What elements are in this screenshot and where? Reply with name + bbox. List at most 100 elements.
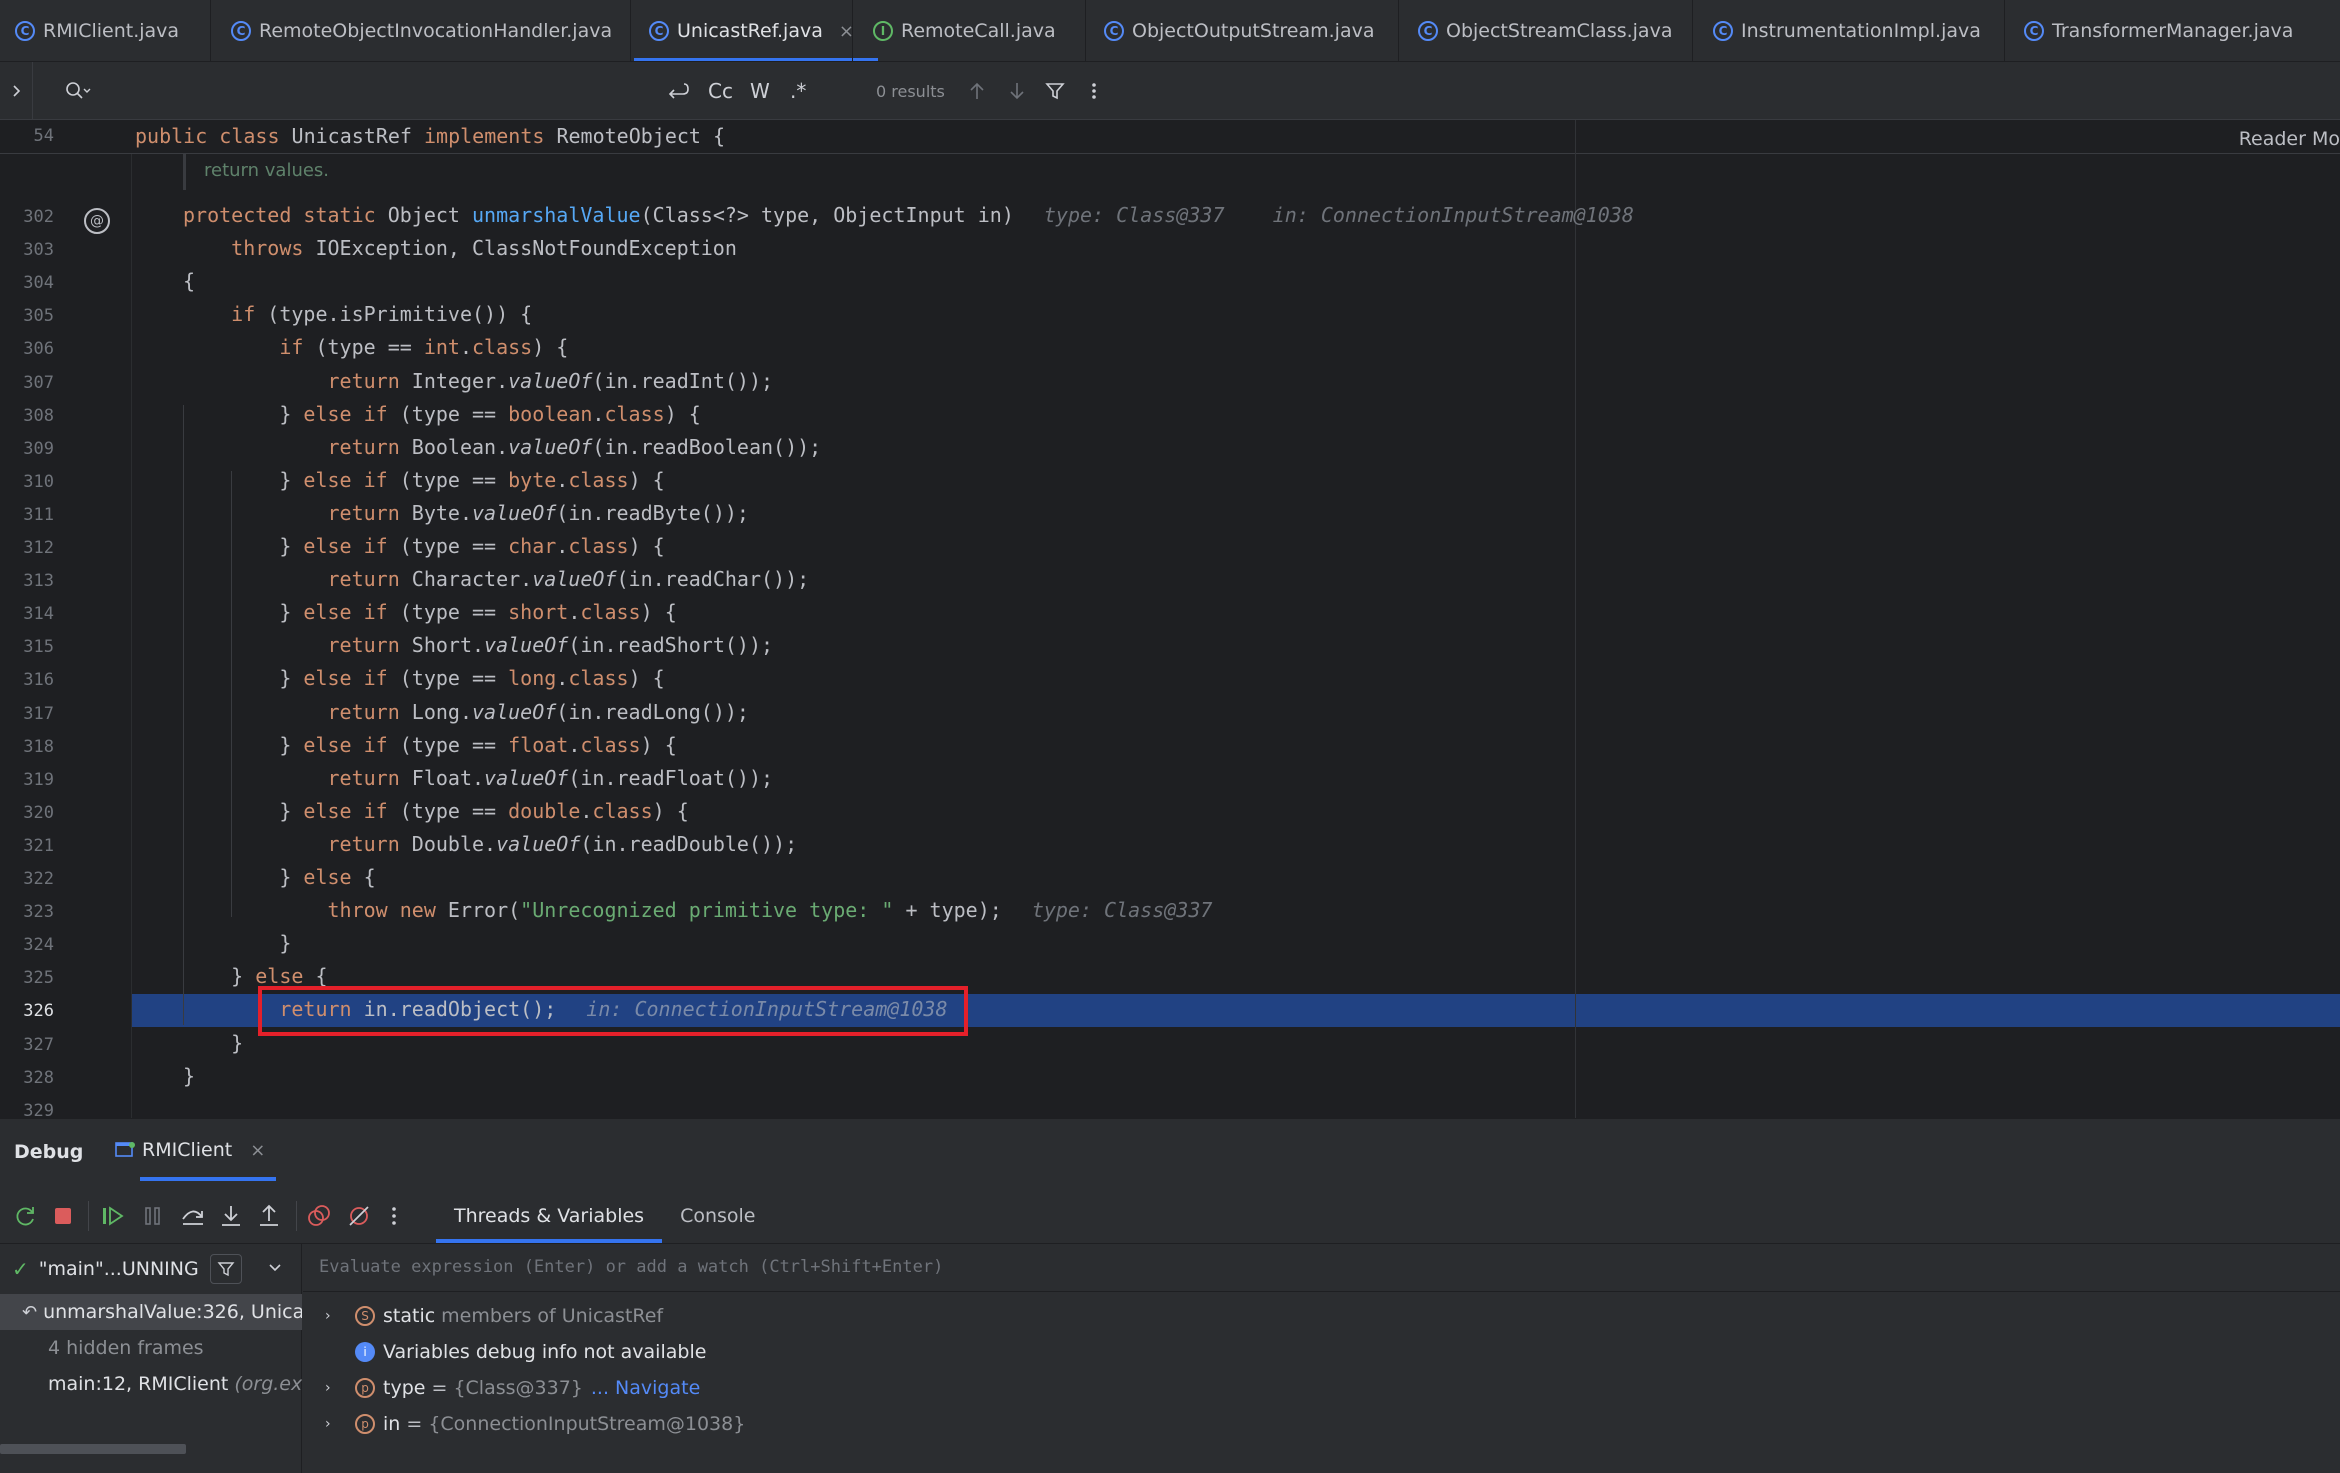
filter-icon[interactable] <box>1044 62 1066 120</box>
code-line[interactable]: 303 throws IOException, ClassNotFoundExc… <box>0 232 2340 265</box>
code-line[interactable]: 329 <box>0 1093 2340 1118</box>
code-token: Integer. <box>411 369 509 393</box>
code-line[interactable]: 318 } else if (type == float.class) { <box>0 729 2340 762</box>
code-line[interactable]: 316 } else if (type == long.class) { <box>0 662 2340 695</box>
code-editor[interactable]: 54 public class UnicastRef implements Re… <box>0 120 2340 1118</box>
overrides-gutter-icon[interactable]: @ <box>84 208 110 234</box>
code-line[interactable]: 324 } <box>0 927 2340 960</box>
code-line[interactable]: 306 if (type == int.class) { <box>0 331 2340 364</box>
tab-label: ObjectOutputStream.java <box>1132 20 1375 42</box>
expand-chevron-icon[interactable]: › <box>325 1380 345 1396</box>
debug-session-tab[interactable]: RMIClient × <box>114 1119 265 1181</box>
thread-dropdown-chevron-icon[interactable] <box>266 1258 284 1280</box>
expand-chevron-icon[interactable]: › <box>325 1308 345 1324</box>
find-toolbar: Cc W .* 0 results <box>0 62 2340 120</box>
step-over-icon[interactable] <box>180 1203 206 1229</box>
code-token: static <box>303 203 388 227</box>
evaluate-expression-input[interactable]: Evaluate expression (Enter) or add a wat… <box>319 1257 943 1277</box>
code-line[interactable]: 312 } else if (type == char.class) { <box>0 530 2340 563</box>
thread-selector[interactable]: ✓ "main"...UNNING <box>0 1244 302 1294</box>
frames-scrollbar-thumb[interactable] <box>0 1444 186 1454</box>
tab-objectoutputstream[interactable]: C ObjectOutputStream.java <box>1089 0 1398 61</box>
expand-chevron-icon[interactable]: › <box>325 1416 345 1432</box>
code-token: { <box>363 865 376 889</box>
tab-remoteobjectinvocationhandler[interactable]: C RemoteObjectInvocationHandler.java <box>216 0 636 61</box>
reader-mode-button[interactable]: Reader Mo <box>2239 128 2340 150</box>
line-number: 319 <box>23 770 54 790</box>
code-token: . <box>568 733 581 757</box>
tab-unicastref[interactable]: C UnicastRef.java × <box>634 0 878 61</box>
code-line[interactable]: 302 protected static Object unmarshalValu… <box>0 199 2340 232</box>
regex-toggle[interactable]: .* <box>790 62 806 120</box>
code-line[interactable]: 309 return Boolean.valueOf(in.readBoolea… <box>0 431 2340 464</box>
code-token: valueOf <box>532 567 617 591</box>
tab-rmiclient[interactable]: C RMIClient.java <box>0 0 203 61</box>
code-line[interactable]: 322 } else { <box>0 861 2340 894</box>
resume-icon[interactable] <box>100 1203 126 1229</box>
code-line[interactable]: 323 throw new Error("Unrecognized primit… <box>0 894 2340 927</box>
step-out-icon[interactable] <box>256 1203 282 1229</box>
code-line[interactable]: 305 if (type.isPrimitive()) { <box>0 298 2340 331</box>
debug-tab-threads-variables[interactable]: Threads & Variables <box>436 1189 663 1243</box>
filter-frames-icon[interactable] <box>210 1254 242 1284</box>
next-occurrence-arrow-down-icon[interactable] <box>1008 62 1026 120</box>
code-line[interactable]: 314 } else if (type == short.class) { <box>0 596 2340 629</box>
pause-icon[interactable] <box>140 1203 166 1229</box>
search-history-icon[interactable] <box>64 62 92 120</box>
tab-transformermanager[interactable]: C TransformerManager.java <box>2009 0 2317 61</box>
debug-session-label: RMIClient <box>142 1139 233 1161</box>
code-line[interactable]: 310 } else if (type == byte.class) { <box>0 464 2340 497</box>
code-line[interactable]: 315 return Short.valueOf(in.readShort())… <box>0 629 2340 662</box>
tab-objectstreamclass[interactable]: C ObjectStreamClass.java <box>1403 0 1696 61</box>
tab-remotecall[interactable]: I RemoteCall.java <box>858 0 1080 61</box>
code-token: (in.readBoolean()); <box>592 435 822 459</box>
variable-description: members of UnicastRef <box>441 1305 664 1327</box>
variable-row[interactable]: i Variables debug info not available <box>303 1334 2340 1370</box>
stop-icon[interactable] <box>52 1205 74 1227</box>
more-options-icon[interactable] <box>1090 62 1098 120</box>
stack-frame[interactable]: ↶unmarshalValue:326, UnicastR <box>0 1294 302 1330</box>
code-token: } <box>183 1031 244 1055</box>
rerun-icon[interactable] <box>12 1203 38 1229</box>
tab-instrumentationimpl[interactable]: C InstrumentationImpl.java <box>1698 0 2005 61</box>
debug-tab-console[interactable]: Console <box>662 1189 773 1243</box>
previous-occurrence-arrow-up-icon[interactable] <box>968 62 986 120</box>
code-line[interactable]: 328} <box>0 1060 2340 1093</box>
mute-breakpoints-icon[interactable] <box>346 1203 372 1229</box>
whole-words-toggle[interactable]: W <box>750 62 770 120</box>
preserve-newlines-icon[interactable] <box>664 62 690 120</box>
code-line[interactable]: 319 return Float.valueOf(in.readFloat())… <box>0 762 2340 795</box>
code-line[interactable]: 307 return Integer.valueOf(in.readInt())… <box>0 365 2340 398</box>
line-number: 327 <box>23 1035 54 1055</box>
tab-divider <box>630 0 631 61</box>
variable-row[interactable]: › p type = {Class@337} ... Navigate <box>303 1370 2340 1406</box>
code-token: int <box>423 335 460 359</box>
code-line[interactable]: 320 } else if (type == double.class) { <box>0 795 2340 828</box>
hidden-frames-row[interactable]: 4 hidden frames <box>0 1330 302 1366</box>
code-line[interactable]: 304 { <box>0 265 2340 298</box>
variable-row[interactable]: › p in = {ConnectionInputStream@1038} <box>303 1406 2340 1442</box>
code-token: boolean <box>508 402 593 426</box>
class-icon: C <box>1104 21 1124 41</box>
evaluate-expression-bar[interactable]: Evaluate expression (Enter) or add a wat… <box>303 1244 2340 1292</box>
variable-row[interactable]: › Sstatic members of UnicastRef <box>303 1298 2340 1334</box>
session-tab-underline <box>140 1177 276 1181</box>
code-line[interactable]: 317 return Long.valueOf(in.readLong()); <box>0 696 2340 729</box>
close-session-icon[interactable]: × <box>250 1140 265 1161</box>
expand-replace-chevron-icon[interactable] <box>10 62 30 120</box>
inline-debug-value-hint: type: Class@337 in: ConnectionInputStrea… <box>1043 203 1634 227</box>
code-token: class <box>568 468 629 492</box>
code-line[interactable]: 313 return Character.valueOf(in.readChar… <box>0 563 2340 596</box>
more-debug-options-icon[interactable] <box>390 1203 398 1229</box>
thread-running-check-icon: ✓ <box>12 1257 29 1281</box>
code-line[interactable]: 311 return Byte.valueOf(in.readByte()); <box>0 497 2340 530</box>
stack-frame[interactable]: main:12, RMIClient(org.exam <box>0 1366 302 1402</box>
code-token: throws <box>183 236 316 260</box>
step-into-icon[interactable] <box>218 1203 244 1229</box>
code-line[interactable]: 321 return Double.valueOf(in.readDouble(… <box>0 828 2340 861</box>
navigate-link[interactable]: ... Navigate <box>591 1377 700 1399</box>
view-breakpoints-icon[interactable] <box>306 1203 332 1229</box>
inline-debug-value-hint: type: Class@337 <box>1031 898 1213 922</box>
code-line[interactable]: 308 } else if (type == boolean.class) { <box>0 398 2340 431</box>
match-case-toggle[interactable]: Cc <box>708 62 733 120</box>
